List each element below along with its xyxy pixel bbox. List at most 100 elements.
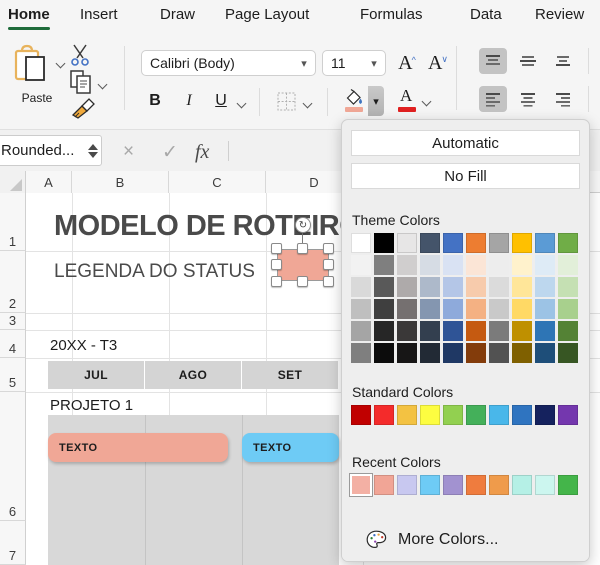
- theme-variant-swatch-1-6[interactable]: [489, 277, 509, 297]
- borders-chevron-down-icon[interactable]: [303, 98, 313, 108]
- theme-color-swatch-0[interactable]: [351, 233, 371, 253]
- theme-variant-swatch-2-1[interactable]: [374, 299, 394, 319]
- theme-variant-swatch-3-9[interactable]: [558, 321, 578, 341]
- recent-color-swatch-8[interactable]: [535, 475, 555, 495]
- theme-variant-swatch-2-8[interactable]: [535, 299, 555, 319]
- standard-color-swatch-7[interactable]: [512, 405, 532, 425]
- ribbon-tab-draw[interactable]: Draw: [160, 6, 195, 29]
- theme-variant-swatch-4-5[interactable]: [466, 343, 486, 363]
- ribbon-tab-formulas[interactable]: Formulas: [360, 6, 423, 29]
- theme-variant-swatch-0-1[interactable]: [374, 255, 394, 275]
- ribbon-tab-page-layout[interactable]: Page Layout: [225, 6, 309, 29]
- theme-color-swatch-2[interactable]: [397, 233, 417, 253]
- theme-variant-swatch-0-6[interactable]: [489, 255, 509, 275]
- align-bottom-button[interactable]: [549, 48, 577, 74]
- theme-variant-swatch-1-2[interactable]: [397, 277, 417, 297]
- name-box-stepper[interactable]: [85, 136, 101, 165]
- theme-variant-swatch-2-5[interactable]: [466, 299, 486, 319]
- theme-variant-swatch-0-7[interactable]: [512, 255, 532, 275]
- theme-variant-swatch-3-2[interactable]: [397, 321, 417, 341]
- theme-variant-swatch-2-0[interactable]: [351, 299, 371, 319]
- theme-variant-swatch-2-3[interactable]: [420, 299, 440, 319]
- theme-color-swatch-1[interactable]: [374, 233, 394, 253]
- theme-variant-swatch-4-2[interactable]: [397, 343, 417, 363]
- theme-variant-swatch-0-3[interactable]: [420, 255, 440, 275]
- paste-button[interactable]: [6, 42, 68, 90]
- theme-variant-swatch-2-2[interactable]: [397, 299, 417, 319]
- theme-color-swatch-8[interactable]: [535, 233, 555, 253]
- ribbon-tab-data[interactable]: Data: [470, 6, 502, 29]
- theme-variant-swatch-3-1[interactable]: [374, 321, 394, 341]
- underline-button[interactable]: U: [208, 88, 234, 114]
- stepper-down-icon[interactable]: [88, 151, 98, 158]
- bold-button[interactable]: B: [142, 88, 168, 114]
- recent-color-swatch-3[interactable]: [420, 475, 440, 495]
- theme-variant-swatch-3-5[interactable]: [466, 321, 486, 341]
- fill-color-dropdown-toggle[interactable]: ▾: [368, 86, 384, 116]
- resize-handle-w[interactable]: [271, 259, 282, 270]
- theme-color-swatch-7[interactable]: [512, 233, 532, 253]
- theme-variant-swatch-1-9[interactable]: [558, 277, 578, 297]
- theme-color-swatch-4[interactable]: [443, 233, 463, 253]
- align-middle-button[interactable]: [514, 48, 542, 74]
- align-center-button[interactable]: [514, 86, 542, 112]
- row-header-5[interactable]: 5: [0, 358, 26, 392]
- row-header-4[interactable]: 4: [0, 330, 26, 358]
- no-fill-button[interactable]: No Fill: [351, 163, 580, 189]
- recent-color-swatch-6[interactable]: [489, 475, 509, 495]
- theme-variant-swatch-1-1[interactable]: [374, 277, 394, 297]
- name-box[interactable]: Rounded...: [0, 135, 102, 166]
- theme-variant-swatch-4-9[interactable]: [558, 343, 578, 363]
- theme-variant-swatch-0-9[interactable]: [558, 255, 578, 275]
- font-size-chevron-down-icon[interactable]: ▾: [363, 57, 385, 70]
- theme-variant-swatch-3-7[interactable]: [512, 321, 532, 341]
- theme-variant-swatch-0-4[interactable]: [443, 255, 463, 275]
- row-header-2[interactable]: 2: [0, 251, 26, 313]
- row-header-7[interactable]: 7: [0, 521, 26, 565]
- theme-variant-swatch-3-6[interactable]: [489, 321, 509, 341]
- recent-color-swatch-2[interactable]: [397, 475, 417, 495]
- ribbon-tab-insert[interactable]: Insert: [80, 6, 118, 29]
- theme-variant-swatch-3-0[interactable]: [351, 321, 371, 341]
- resize-handle-ne[interactable]: [323, 243, 334, 254]
- theme-variant-swatch-4-7[interactable]: [512, 343, 532, 363]
- borders-button[interactable]: [272, 88, 300, 114]
- recent-color-swatch-0[interactable]: [350, 474, 372, 496]
- theme-variant-swatch-4-8[interactable]: [535, 343, 555, 363]
- standard-color-swatch-3[interactable]: [420, 405, 440, 425]
- increase-font-size-button[interactable]: A ^: [393, 50, 421, 76]
- resize-handle-se[interactable]: [323, 276, 334, 287]
- resize-handle-nw[interactable]: [271, 243, 282, 254]
- standard-color-swatch-0[interactable]: [351, 405, 371, 425]
- theme-variant-swatch-2-6[interactable]: [489, 299, 509, 319]
- theme-variant-swatch-1-5[interactable]: [466, 277, 486, 297]
- theme-variant-swatch-0-8[interactable]: [535, 255, 555, 275]
- select-all-corner[interactable]: [0, 171, 26, 193]
- theme-color-swatch-5[interactable]: [466, 233, 486, 253]
- theme-variant-swatch-1-3[interactable]: [420, 277, 440, 297]
- stepper-up-icon[interactable]: [88, 143, 98, 150]
- align-left-button[interactable]: [479, 86, 507, 112]
- theme-variant-swatch-1-8[interactable]: [535, 277, 555, 297]
- row-header-3[interactable]: 3: [0, 313, 26, 330]
- theme-variant-swatch-4-1[interactable]: [374, 343, 394, 363]
- insert-function-button[interactable]: fx: [195, 141, 209, 164]
- standard-color-swatch-6[interactable]: [489, 405, 509, 425]
- theme-variant-swatch-3-3[interactable]: [420, 321, 440, 341]
- cancel-formula-button[interactable]: ×: [123, 141, 134, 163]
- rotate-handle[interactable]: ↻: [295, 217, 311, 233]
- theme-variant-swatch-4-0[interactable]: [351, 343, 371, 363]
- row-header-6[interactable]: 6: [0, 392, 26, 521]
- theme-variant-swatch-0-2[interactable]: [397, 255, 417, 275]
- align-top-button[interactable]: [479, 48, 507, 74]
- automatic-color-button[interactable]: Automatic: [351, 130, 580, 156]
- theme-variant-swatch-1-7[interactable]: [512, 277, 532, 297]
- recent-color-swatch-5[interactable]: [466, 475, 486, 495]
- resize-handle-sw[interactable]: [271, 276, 282, 287]
- recent-color-swatch-9[interactable]: [558, 475, 578, 495]
- column-header-A[interactable]: A: [26, 171, 72, 193]
- column-header-B[interactable]: B: [72, 171, 169, 193]
- theme-variant-swatch-1-4[interactable]: [443, 277, 463, 297]
- theme-color-swatch-3[interactable]: [420, 233, 440, 253]
- theme-variant-swatch-0-0[interactable]: [351, 255, 371, 275]
